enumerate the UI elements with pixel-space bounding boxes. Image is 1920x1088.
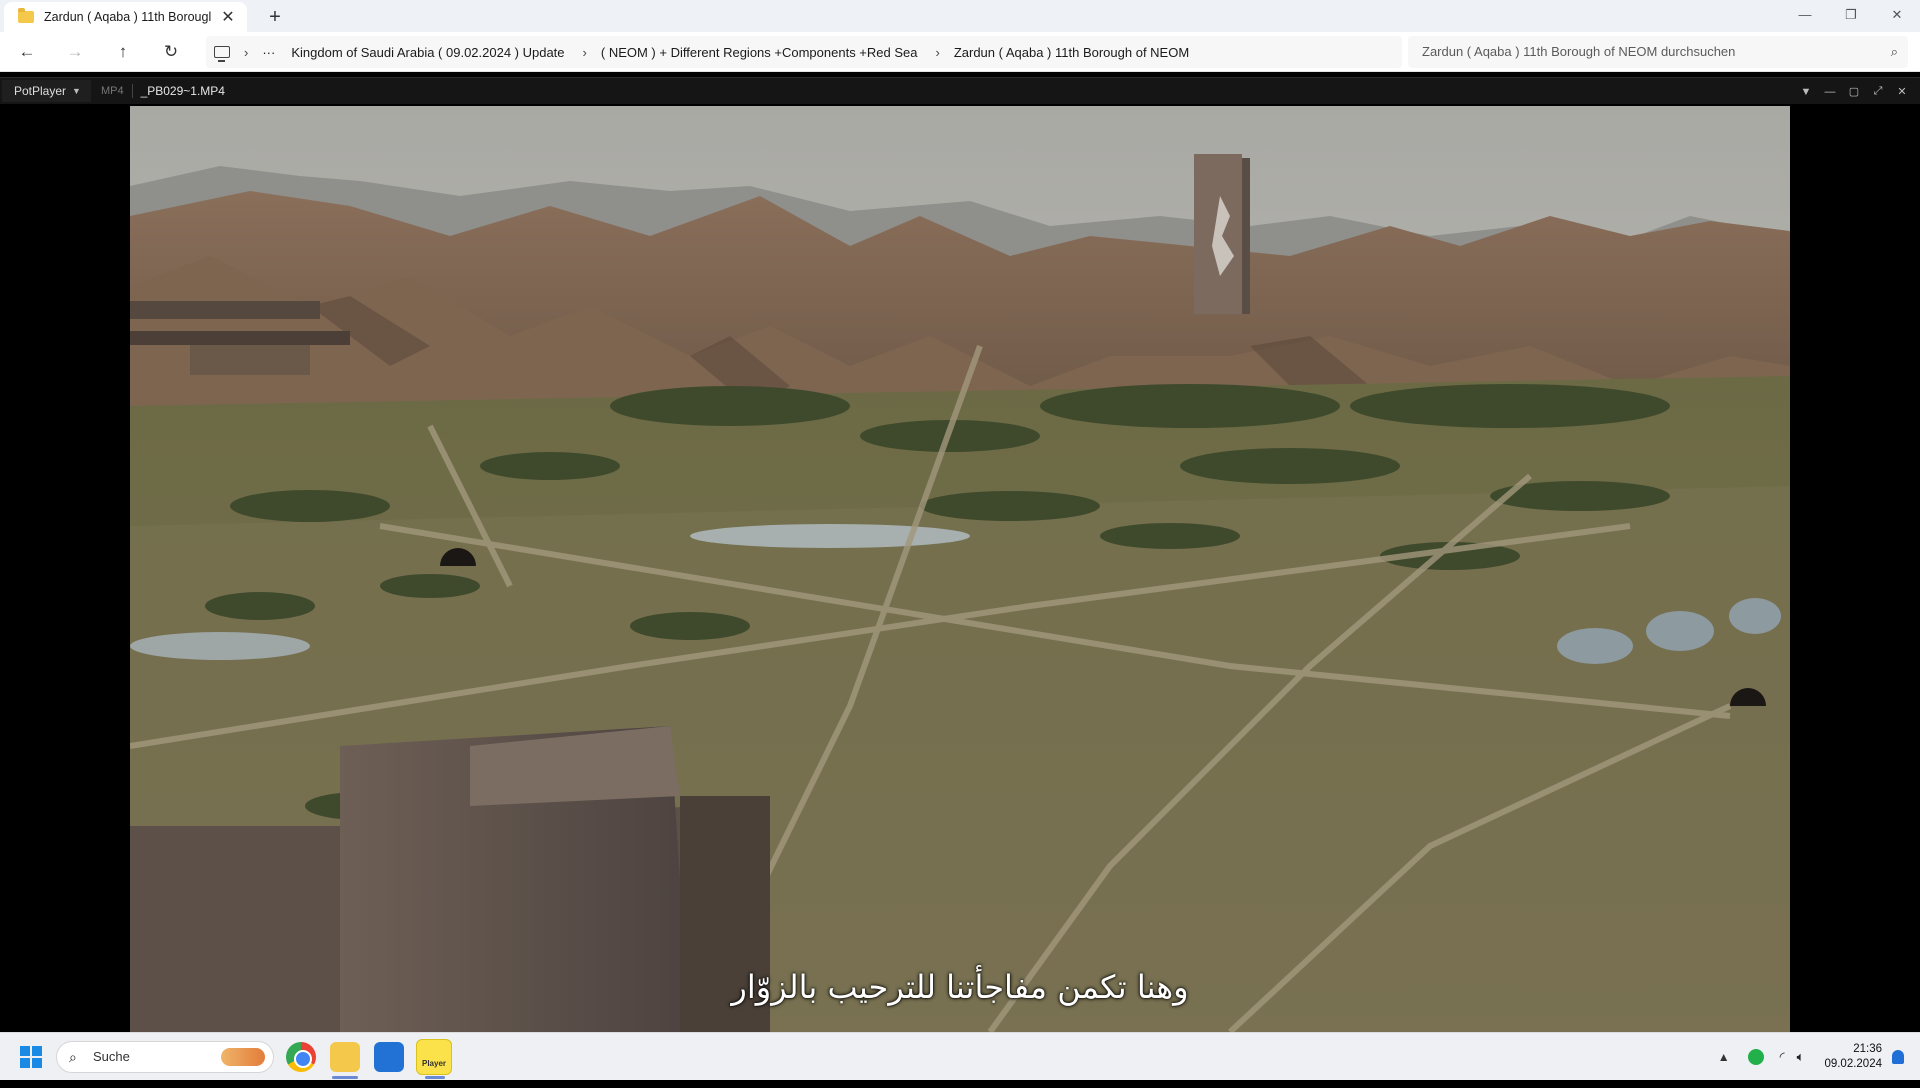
close-window-button[interactable]: ✕ [1874,0,1920,32]
file-format: MP4 [100,85,124,97]
breadcrumb-segment[interactable]: ( NEOM ) + Different Regions +Components… [601,45,918,60]
player-close-button[interactable]: ✕ [1890,85,1914,98]
notification-bell-icon[interactable] [1892,1050,1904,1064]
volume-icon[interactable]: 🔈︎ [1797,1049,1805,1065]
chrome-icon[interactable] [286,1042,316,1072]
folder-icon [18,8,34,23]
player-name: PotPlayer [14,84,67,98]
clock-date: 09.02.2024 [1824,1058,1882,1070]
refresh-button[interactable]: ↻ [158,39,184,65]
potplayer-icon-label: Player [421,1059,447,1068]
new-tab-button[interactable]: + [262,4,288,30]
tab-close-button[interactable]: ✕ [219,7,237,27]
clock[interactable]: 21:36 09.02.2024 [1824,1042,1882,1072]
pc-icon [214,46,230,62]
divider [131,84,133,98]
player-fullscreen-button[interactable]: ⤢ [1866,85,1890,98]
chevron-right-icon[interactable]: › [935,45,939,60]
search-icon: ⌕ [1890,44,1898,59]
pin-icon[interactable]: ▼ [1794,86,1818,98]
tab-active[interactable]: Zardun ( Aqaba ) 11th Borougl ✕ [4,2,247,32]
chevron-right-icon[interactable]: › [244,45,248,60]
clock-time: 21:36 [1853,1043,1882,1055]
subtitle-text: وهنا تكمن مفاجأتنا للترحيب بالزوّار [731,968,1189,1006]
breadcrumb[interactable]: › ··· Kingdom of Saudi Arabia ( 09.02.20… [206,36,1402,68]
player-title-bar: PotPlayer ▼ MP4 _PB029~1.MP4 ▼ — ▢ ⤢ ✕ [0,77,1920,104]
tab-title: Zardun ( Aqaba ) 11th Borougl [44,10,212,24]
search-placeholder: Zardun ( Aqaba ) 11th Borough of NEOM du… [1422,44,1736,59]
wifi-icon[interactable]: ◜ [1780,1049,1785,1065]
address-bar: ← → ↑ ↻ › ··· Kingdom of Saudi Arabia ( … [0,32,1920,72]
breadcrumb-segment[interactable]: Zardun ( Aqaba ) 11th Borough of NEOM [954,45,1189,60]
file-name: _PB029~1.MP4 [140,84,225,98]
up-button[interactable]: ↑ [110,39,136,65]
search-highlight-icon [221,1048,265,1066]
title-bar: Zardun ( Aqaba ) 11th Borougl ✕ + — ❐ ✕ [0,0,1920,32]
player-maximize-button[interactable]: ▢ [1842,85,1866,98]
system-tray: ▲ ◜ 🔈︎ 21:36 09.02.2024 [1718,1033,1920,1081]
search-input[interactable]: Zardun ( Aqaba ) 11th Borough of NEOM du… [1408,36,1908,68]
video-area[interactable]: وهنا تكمن مفاجأتنا للترحيب بالزوّار [0,104,1920,1032]
taskbar-search-input[interactable]: ⌕ Suche [56,1041,274,1073]
player-window-controls: ▼ — ▢ ⤢ ✕ [1794,78,1914,105]
chevron-up-icon[interactable]: ▲ [1718,1050,1730,1064]
store-icon[interactable] [374,1042,404,1072]
minimize-button[interactable]: — [1782,0,1828,32]
window-controls: — ❐ ✕ [1782,0,1920,32]
player-minimize-button[interactable]: — [1818,86,1842,98]
chevron-right-icon[interactable]: › [583,45,587,60]
video-frame[interactable]: وهنا تكمن مفاجأتنا للترحيب بالزوّار [130,106,1790,1032]
maximize-button[interactable]: ❐ [1828,0,1874,32]
back-button[interactable]: ← [14,39,40,65]
windows-start-icon[interactable] [20,1046,42,1068]
taskbar: ⌕ Suche Player ▲ ◜ 🔈︎ 21:36 09.02.2024 [0,1032,1920,1080]
potplayer-icon[interactable]: Player [416,1039,452,1079]
video-scene [130,106,1790,1032]
taskbar-search-label: Suche [93,1049,130,1064]
potplayer-menu-button[interactable]: PotPlayer ▼ [2,80,91,102]
forward-button[interactable]: → [62,39,88,65]
file-explorer-icon[interactable] [330,1042,360,1079]
security-shield-icon[interactable] [1747,1049,1764,1065]
search-icon: ⌕ [69,1049,77,1065]
breadcrumb-overflow[interactable]: ··· [262,45,275,60]
breadcrumb-segment[interactable]: Kingdom of Saudi Arabia ( 09.02.2024 ) U… [291,45,564,60]
chevron-down-icon: ▼ [72,86,81,96]
